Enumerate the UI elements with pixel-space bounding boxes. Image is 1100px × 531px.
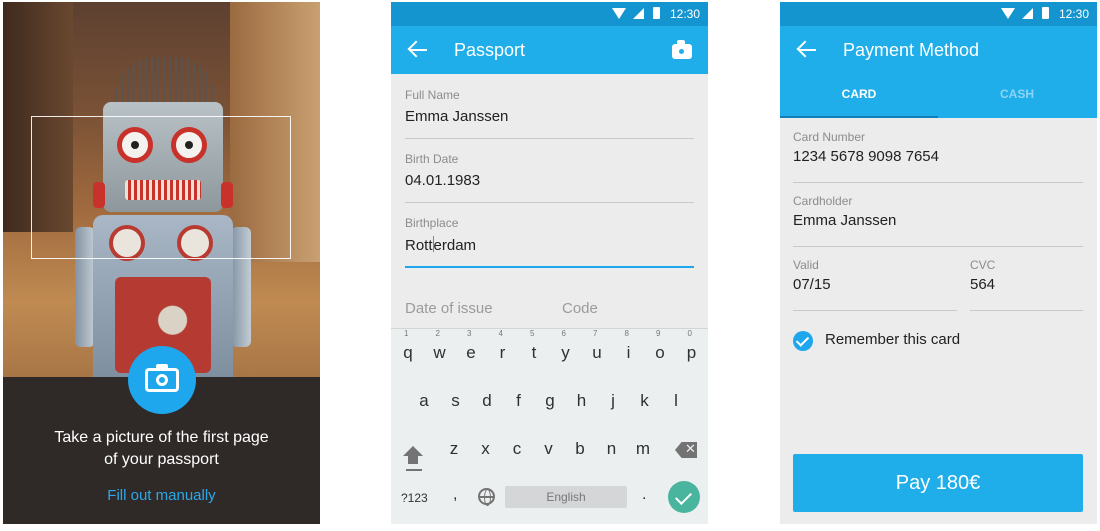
field-label: Full Name xyxy=(405,88,460,102)
birthplace-field[interactable]: Birthplace Rotterdam xyxy=(405,216,694,268)
capture-frame xyxy=(31,116,291,259)
key-w[interactable]: w2 xyxy=(425,329,455,368)
field-value: 564 xyxy=(970,276,996,293)
key-o[interactable]: o9 xyxy=(645,329,675,368)
field-label: CVC xyxy=(970,258,996,272)
signal-icon xyxy=(633,8,644,19)
status-time: 12:30 xyxy=(1058,7,1089,21)
key-j[interactable]: j xyxy=(598,386,628,416)
key-t[interactable]: t5 xyxy=(519,329,549,368)
valid-field[interactable]: Valid 07/15 xyxy=(793,258,957,311)
key-a[interactable]: a xyxy=(409,386,439,416)
key-hint: 8 xyxy=(624,329,629,338)
tab-card[interactable]: CARD xyxy=(780,74,938,118)
birth-date-field[interactable]: Birth Date 04.01.1983 xyxy=(405,152,694,203)
back-arrow-icon[interactable] xyxy=(407,38,431,62)
key-n[interactable]: n xyxy=(597,434,627,464)
fill-out-manually-link[interactable]: Fill out manually xyxy=(3,487,320,504)
card-number-field[interactable]: Card Number 1234 5678 9098 7654 xyxy=(793,130,1083,183)
battery-icon xyxy=(1042,7,1049,19)
key-m[interactable]: m xyxy=(628,434,658,464)
cardholder-field[interactable]: Cardholder Emma Janssen xyxy=(793,194,1083,247)
key-h[interactable]: h xyxy=(567,386,597,416)
key-g[interactable]: g xyxy=(535,386,565,416)
key-z[interactable]: z xyxy=(439,434,469,464)
cvc-field[interactable]: CVC 564 xyxy=(970,258,1083,311)
key-u[interactable]: u7 xyxy=(582,329,612,368)
camera-icon xyxy=(145,364,179,392)
enter-check-icon[interactable] xyxy=(668,481,700,513)
key-b[interactable]: b xyxy=(565,434,595,464)
instruction-text: Take a picture of the first page of your… xyxy=(54,429,269,468)
field-value: 04.01.1983 xyxy=(405,172,481,189)
key-x[interactable]: x xyxy=(471,434,501,464)
key-hint: 7 xyxy=(593,329,598,338)
key-r[interactable]: r4 xyxy=(488,329,518,368)
space-key[interactable]: English xyxy=(505,486,627,508)
field-label: Card Number xyxy=(793,130,866,144)
shift-key-icon[interactable] xyxy=(403,446,423,466)
key-hint: 5 xyxy=(530,329,535,338)
tab-cash[interactable]: CASH xyxy=(938,74,1096,118)
remember-checkbox[interactable] xyxy=(793,331,813,351)
key-p[interactable]: p0 xyxy=(677,329,707,368)
field-label: Birthplace xyxy=(405,216,459,230)
field-label: Birth Date xyxy=(405,152,459,166)
app-bar: Payment Method xyxy=(780,26,1097,74)
wifi-icon xyxy=(612,8,626,19)
full-name-field[interactable]: Full Name Emma Janssen xyxy=(405,88,694,139)
key-l[interactable]: l xyxy=(661,386,691,416)
key-s[interactable]: s xyxy=(441,386,471,416)
wifi-icon xyxy=(1001,8,1015,19)
active-tab-indicator xyxy=(780,116,938,118)
key-hint: 3 xyxy=(467,329,472,338)
key-i[interactable]: i8 xyxy=(614,329,644,368)
key-q[interactable]: q1 xyxy=(393,329,423,368)
page-title: Payment Method xyxy=(843,40,980,60)
comma-key[interactable]: , xyxy=(453,486,457,504)
status-time: 12:30 xyxy=(669,7,700,21)
key-v[interactable]: v xyxy=(534,434,564,464)
camera-icon[interactable] xyxy=(672,40,692,59)
app-bar: Passport xyxy=(391,26,708,74)
key-d[interactable]: d xyxy=(472,386,502,416)
key-y[interactable]: y6 xyxy=(551,329,581,368)
field-label: Cardholder xyxy=(793,194,853,208)
battery-icon xyxy=(653,7,660,19)
key-hint: 4 xyxy=(498,329,503,338)
remember-card-label[interactable]: Remember this card xyxy=(825,331,960,348)
period-key[interactable]: . xyxy=(642,486,646,504)
signal-icon xyxy=(1022,8,1033,19)
code-input[interactable]: Code xyxy=(562,300,598,317)
back-arrow-icon[interactable] xyxy=(796,38,820,62)
field-value: Emma Janssen xyxy=(405,108,509,125)
payment-tabs: CARD CASH xyxy=(780,74,1097,118)
key-hint: 6 xyxy=(561,329,566,338)
key-hint: 9 xyxy=(656,329,661,338)
key-hint: 0 xyxy=(687,329,692,338)
symbols-key[interactable]: ?123 xyxy=(401,491,428,505)
payment-screen: 12:30 Payment Method CARD CASH Card Numb… xyxy=(780,2,1097,524)
camera-viewfinder xyxy=(3,2,320,377)
field-value: 1234 5678 9098 7654 xyxy=(793,148,939,165)
passport-screen: 12:30 Passport Full Name Emma Janssen Bi… xyxy=(391,2,708,524)
page-title: Passport xyxy=(454,40,526,60)
date-of-issue-input[interactable]: Date of issue xyxy=(405,300,493,317)
key-e[interactable]: e3 xyxy=(456,329,486,368)
camera-screen: Take a picture of the first page of your… xyxy=(3,2,320,524)
field-label: Valid xyxy=(793,258,819,272)
status-bar: 12:30 xyxy=(780,2,1097,26)
key-c[interactable]: c xyxy=(502,434,532,464)
globe-icon[interactable] xyxy=(478,488,495,506)
shutter-button[interactable] xyxy=(128,346,196,414)
field-value: 07/15 xyxy=(793,276,831,293)
key-k[interactable]: k xyxy=(630,386,660,416)
pay-button[interactable]: Pay 180€ xyxy=(793,454,1083,512)
key-hint: 1 xyxy=(404,329,409,338)
field-value: Rotterdam xyxy=(405,236,477,254)
field-value: Emma Janssen xyxy=(793,212,897,229)
key-hint: 2 xyxy=(435,329,440,338)
key-f[interactable]: f xyxy=(504,386,534,416)
status-bar: 12:30 xyxy=(391,2,708,26)
